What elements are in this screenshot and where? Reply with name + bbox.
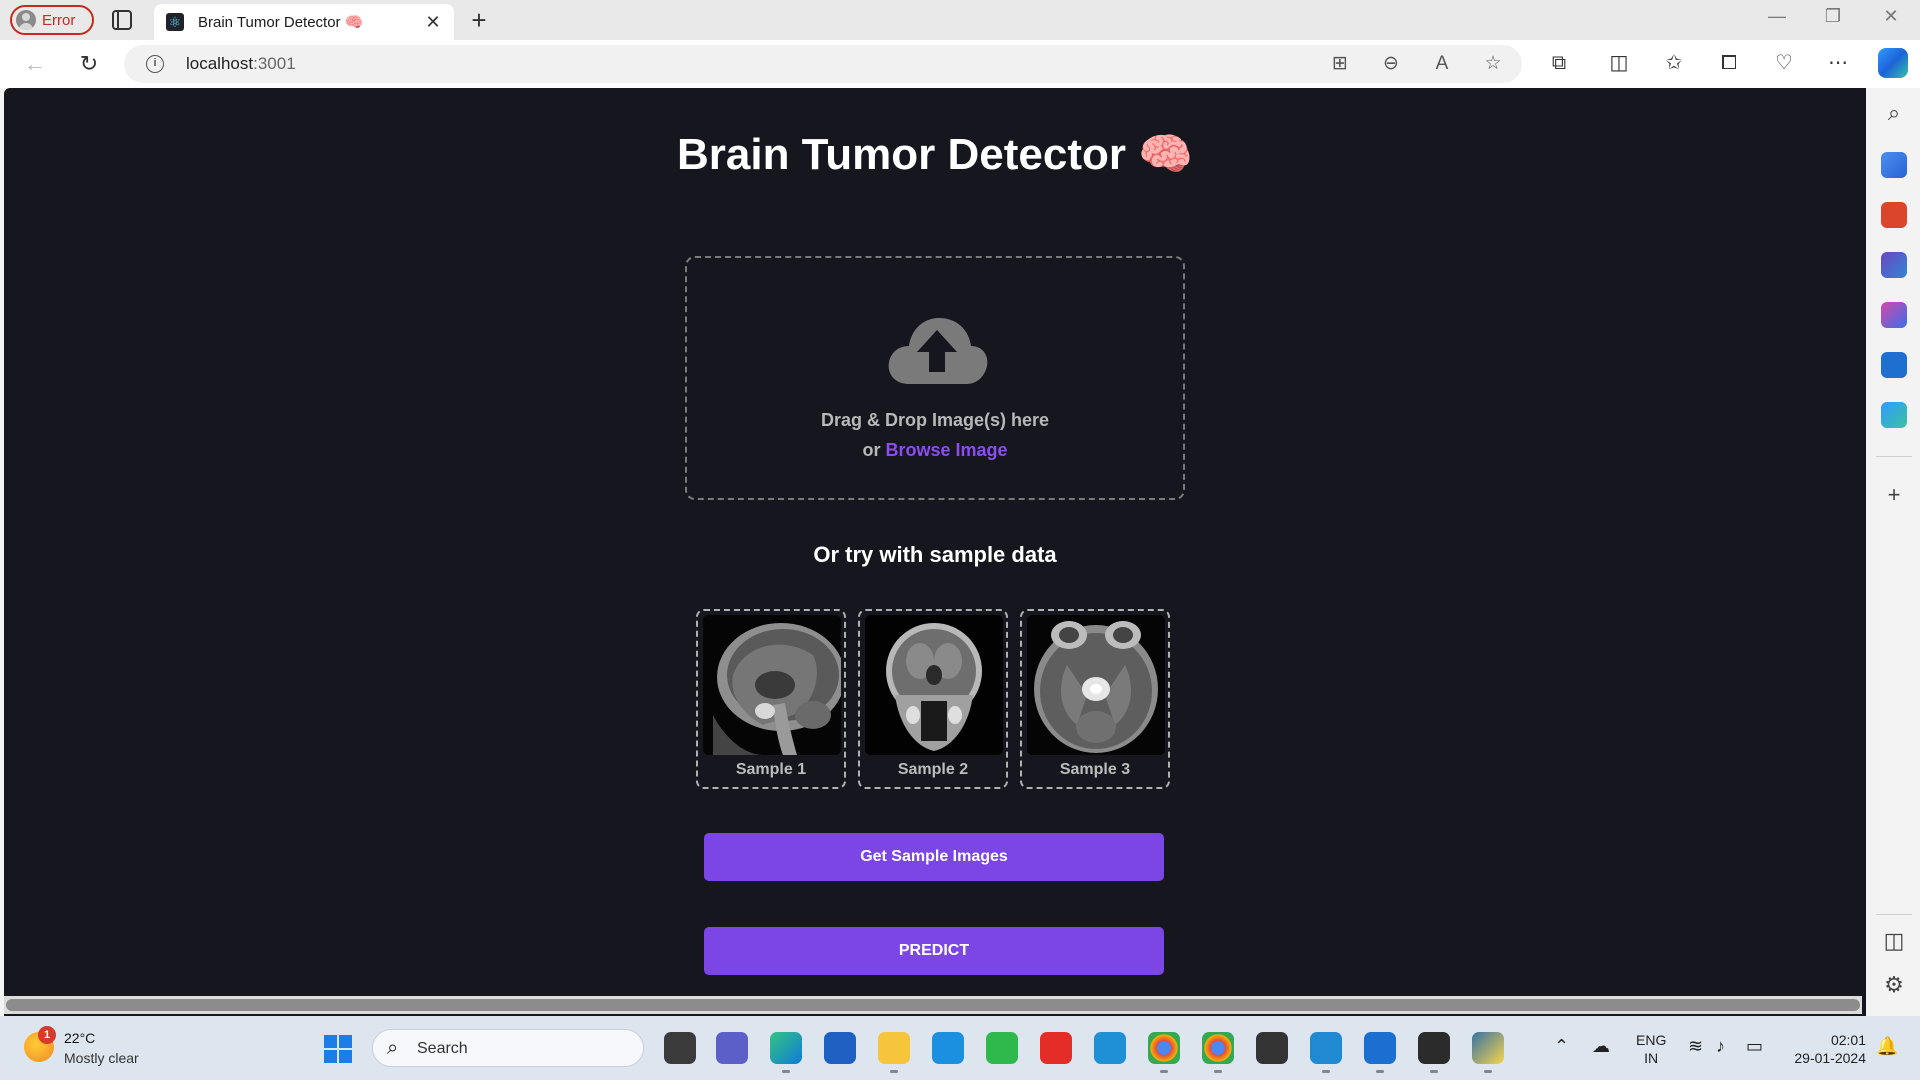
start-windows-icon[interactable] <box>324 1035 352 1063</box>
close-window-icon[interactable]: ✕ <box>1876 6 1906 27</box>
page-viewport: Brain Tumor Detector 🧠 Drag & Drop Image… <box>4 88 1866 1016</box>
python-icon[interactable] <box>1472 1032 1504 1073</box>
sample-card-1[interactable]: Sample 1 <box>696 609 846 789</box>
youtube-icon[interactable] <box>1040 1032 1072 1064</box>
search-label: Search <box>417 1040 468 1057</box>
sidebar-settings-gear-icon[interactable]: ⚙ <box>1878 972 1910 998</box>
sample-caption: Sample 1 <box>735 761 807 778</box>
restore-icon[interactable]: ❐ <box>1818 6 1848 27</box>
sidebar-search-icon[interactable]: ⌕ <box>1878 100 1910 126</box>
react-favicon-icon: ⚛ <box>166 13 184 31</box>
sample-mri-image-3 <box>1027 615 1165 755</box>
browse-image-link[interactable]: Browse Image <box>885 440 1007 460</box>
address-bar[interactable]: i localhost:3001 ⊞ ⊖ A ☆ <box>124 45 1522 83</box>
sample-caption: Sample 3 <box>1059 761 1131 778</box>
avatar <box>16 10 36 30</box>
image-dropzone[interactable]: Drag & Drop Image(s) here or Browse Imag… <box>685 256 1185 500</box>
system-clock[interactable]: 02:01 29-01-2024 <box>1786 1031 1866 1067</box>
task-view-icon[interactable] <box>664 1032 696 1064</box>
sample-card-3[interactable]: Sample 3 <box>1020 609 1170 789</box>
site-info-icon[interactable]: i <box>146 55 164 73</box>
dropzone-or-line: or Browse Image <box>862 440 1008 460</box>
new-tab-button[interactable]: + <box>464 5 494 35</box>
pinned-app-icon[interactable] <box>932 1032 964 1064</box>
sample-caption: Sample 2 <box>897 761 969 778</box>
volume-icon[interactable]: ♪ <box>1716 1036 1725 1057</box>
language-indicator[interactable]: ENG IN <box>1636 1031 1666 1067</box>
search-icon: ⌕ <box>387 1037 399 1059</box>
sidebar-divider <box>1876 456 1912 457</box>
games-icon[interactable] <box>1881 252 1907 278</box>
browser-sidebar: ⌕ + ◫ ⚙ <box>1868 88 1920 1016</box>
scrollbar-thumb[interactable] <box>6 999 1860 1011</box>
favorites-icon[interactable]: ✩ <box>1660 50 1688 78</box>
brain-icon: 🧠 <box>1138 130 1194 179</box>
url-text[interactable]: localhost:3001 <box>186 54 296 74</box>
outlook-icon[interactable] <box>1881 352 1907 378</box>
tab-actions-icon[interactable] <box>112 10 132 30</box>
minimize-icon[interactable]: — <box>1762 6 1792 27</box>
mail-icon[interactable] <box>1364 1032 1396 1073</box>
add-sidebar-app-icon[interactable]: + <box>1878 482 1910 508</box>
tab-title: Brain Tumor Detector 🧠 <box>198 14 364 31</box>
zoom-out-icon[interactable]: ⊖ <box>1379 53 1403 77</box>
notification-bell-icon[interactable]: 🔔 <box>1876 1036 1898 1057</box>
microsoft-365-icon[interactable] <box>1881 302 1907 328</box>
microsoft-store-icon[interactable] <box>824 1032 856 1064</box>
tools-briefcase-icon[interactable] <box>1881 202 1907 228</box>
wifi-icon[interactable]: ≋ <box>1688 1036 1703 1057</box>
weather-temperature[interactable]: 22°C <box>64 1030 95 1046</box>
page-title: Brain Tumor Detector 🧠 <box>676 130 1194 179</box>
media-player-icon[interactable] <box>1256 1032 1288 1064</box>
chrome-profile-2-icon[interactable] <box>1202 1032 1234 1073</box>
edge-icon[interactable] <box>770 1032 802 1073</box>
copilot-icon[interactable] <box>1878 48 1908 78</box>
onedrive-icon[interactable]: ☁ <box>1592 1036 1610 1057</box>
terminal-icon[interactable] <box>1418 1032 1450 1073</box>
refresh-icon[interactable]: ↻ <box>74 50 104 80</box>
favorite-star-icon[interactable]: ☆ <box>1481 53 1505 77</box>
battery-icon[interactable]: ▭ <box>1746 1036 1763 1057</box>
extensions-icon[interactable]: ⧉ <box>1545 50 1573 78</box>
hp-smart-icon[interactable] <box>1094 1032 1126 1064</box>
sample-mri-image-2 <box>865 615 1003 755</box>
sample-mri-image-1 <box>703 615 841 755</box>
get-sample-images-button[interactable]: Get Sample Images <box>704 833 1164 881</box>
windows-taskbar: 1 22°C Mostly clear ⌕ Search ⌃ ☁ ENG IN … <box>0 1016 1920 1080</box>
file-explorer-icon[interactable] <box>878 1032 910 1073</box>
split-screen-icon[interactable]: ◫ <box>1605 50 1633 78</box>
weather-alert-badge: 1 <box>38 1026 56 1044</box>
browser-essentials-icon[interactable]: ♡ <box>1770 50 1798 78</box>
browser-toolbar: ← ↻ i localhost:3001 ⊞ ⊖ A ☆ ⧉ ◫ ✩ ⧠ ♡ ⋯ <box>0 40 1920 88</box>
tab-brain-tumor-detector[interactable]: ⚛ Brain Tumor Detector 🧠 ✕ <box>154 4 454 40</box>
teams-icon[interactable] <box>716 1032 748 1064</box>
close-tab-icon[interactable]: ✕ <box>422 12 444 33</box>
hide-sidebar-icon[interactable]: ◫ <box>1878 928 1910 954</box>
sample-card-2[interactable]: Sample 2 <box>858 609 1008 789</box>
sample-heading: Or try with sample data <box>813 542 1057 567</box>
dropzone-instruction: Drag & Drop Image(s) here <box>820 410 1050 430</box>
profile-status-label: Error <box>42 11 76 29</box>
horizontal-scrollbar[interactable] <box>4 996 1862 1014</box>
cloud-upload-icon <box>888 318 988 384</box>
more-options-icon[interactable]: ⋯ <box>1824 50 1852 78</box>
shopping-tag-icon[interactable] <box>1881 152 1907 178</box>
taskbar-search-box[interactable]: ⌕ Search <box>372 1029 644 1067</box>
app-available-icon[interactable]: ⊞ <box>1328 53 1352 77</box>
read-aloud-icon[interactable]: A <box>1430 53 1454 77</box>
profile-button[interactable]: Error <box>10 5 94 35</box>
browser-tab-strip: Error ⚛ Brain Tumor Detector 🧠 ✕ + — ❐ ✕ <box>0 0 1920 40</box>
whatsapp-icon[interactable] <box>986 1032 1018 1064</box>
vscode-icon[interactable] <box>1310 1032 1342 1073</box>
chrome-profile-1-icon[interactable] <box>1148 1032 1180 1073</box>
drop-icon[interactable] <box>1881 402 1907 428</box>
predict-button[interactable]: PREDICT <box>704 927 1164 975</box>
collections-icon[interactable]: ⧠ <box>1715 50 1743 78</box>
weather-description[interactable]: Mostly clear <box>64 1050 139 1066</box>
back-arrow-icon[interactable]: ← <box>20 50 50 80</box>
sidebar-divider <box>1876 914 1912 915</box>
show-hidden-icons-icon[interactable]: ⌃ <box>1554 1036 1569 1057</box>
